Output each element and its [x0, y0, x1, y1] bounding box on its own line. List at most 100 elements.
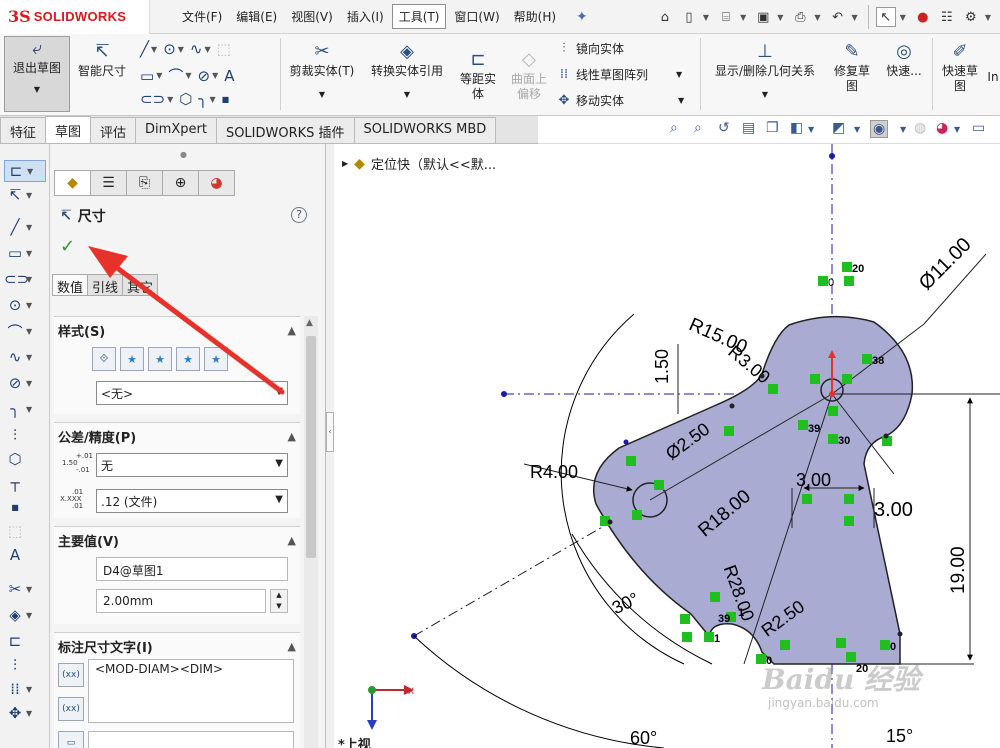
- chevron-down-icon[interactable]: ▼: [900, 125, 906, 134]
- save-icon[interactable]: ▣: [753, 7, 773, 27]
- relation-marker[interactable]: [724, 426, 734, 436]
- ok-checkmark-button[interactable]: ✓: [60, 236, 75, 257]
- add-parentheses-button[interactable]: (xx): [58, 663, 84, 687]
- precision-select[interactable]: .12 (文件) ▼: [96, 489, 288, 513]
- tab-mbd[interactable]: SOLIDWORKS MBD: [353, 117, 497, 143]
- add-style-icon[interactable]: ★: [120, 347, 144, 371]
- dim-19[interactable]: 19.00: [948, 546, 969, 594]
- zoom-to-fit-icon[interactable]: ⌕: [670, 120, 678, 136]
- tab-evaluate[interactable]: 评估: [90, 117, 137, 143]
- dimxpert-manager-tab[interactable]: ⊕: [162, 170, 199, 196]
- relation-marker[interactable]: [632, 510, 642, 520]
- select-cursor-icon[interactable]: ↖: [875, 7, 896, 27]
- property-manager-tab[interactable]: ☰: [90, 170, 127, 196]
- plane-icon[interactable]: ⬚: [217, 40, 231, 58]
- relation-marker[interactable]: [880, 640, 890, 650]
- file-properties-icon[interactable]: ☷: [937, 7, 957, 27]
- dim-1-50[interactable]: 1.50: [652, 349, 672, 384]
- sketch-point[interactable]: [729, 403, 735, 409]
- spline-icon[interactable]: ∿: [190, 40, 203, 58]
- panel-splitter[interactable]: ‹: [326, 144, 334, 748]
- smart-dimension-tool[interactable]: ↸ ▼: [4, 184, 46, 206]
- relation-marker[interactable]: [798, 420, 808, 430]
- configuration-manager-tab[interactable]: ⎘: [126, 170, 163, 196]
- trim-entities-button[interactable]: ✂ 剪裁实体(T) ▼: [284, 40, 360, 102]
- relation-marker[interactable]: [704, 632, 714, 642]
- tab-value[interactable]: 数值: [52, 274, 89, 296]
- dim-15-deg[interactable]: 15°: [886, 726, 913, 746]
- zoom-area-icon[interactable]: ⌕: [694, 120, 702, 136]
- new-document-icon[interactable]: ▯: [679, 7, 699, 27]
- display-delete-relations-button[interactable]: ⊥ 显示/删除几何关系 ▼: [704, 40, 826, 102]
- relation-marker[interactable]: [844, 276, 854, 286]
- section-view-icon[interactable]: ▤: [742, 120, 755, 136]
- graphics-area[interactable]: Ø11.00 R15.00 1.50 R3.00 Ø2.50 R4.00 R18…: [334, 144, 1000, 748]
- feature-manager-tab[interactable]: ◆: [54, 170, 91, 196]
- expand-arrow-icon[interactable]: ▶: [342, 159, 348, 168]
- chevron-down-icon[interactable]: ▼: [852, 13, 858, 22]
- dimension-name-field[interactable]: D4@草图1: [96, 557, 288, 581]
- chevron-down-icon[interactable]: ▼: [703, 13, 709, 22]
- inspection-dimension-button[interactable]: ▭: [58, 731, 84, 748]
- point-icon[interactable]: ■: [222, 95, 230, 104]
- offset-entities-button[interactable]: ⊏ 等距实 体: [454, 48, 502, 102]
- style-group-header[interactable]: 样式(S) ▲: [54, 317, 300, 343]
- chevron-down-icon[interactable]: ▼: [814, 13, 820, 22]
- dimension-text-field[interactable]: <MOD-DIAM><DIM>: [88, 659, 294, 723]
- dim-3-right[interactable]: 3.00: [874, 499, 913, 521]
- chevron-down-icon[interactable]: ▼: [205, 45, 211, 54]
- relation-marker[interactable]: [842, 262, 852, 272]
- print-icon[interactable]: ⎙: [790, 7, 810, 27]
- chevron-down-icon[interactable]: ▼: [178, 45, 184, 54]
- line-tool[interactable]: ╱ ▼: [4, 216, 46, 238]
- ellipse-icon[interactable]: ⊘: [198, 67, 211, 85]
- display-manager-tab[interactable]: ◕: [198, 170, 235, 196]
- text-tool[interactable]: A: [4, 544, 46, 566]
- mirror-tool[interactable]: ⫶: [4, 424, 46, 446]
- move-entities-tool[interactable]: ✥ ▼: [4, 702, 46, 724]
- tab-features[interactable]: 特征: [0, 117, 47, 143]
- chevron-down-icon[interactable]: ▼: [777, 13, 783, 22]
- point-tool[interactable]: ■: [4, 496, 46, 518]
- relation-marker[interactable]: [710, 592, 720, 602]
- chevron-down-icon[interactable]: ▼: [985, 13, 991, 22]
- relation-marker[interactable]: [828, 434, 838, 444]
- relation-marker[interactable]: [802, 494, 812, 504]
- relation-marker[interactable]: [682, 632, 692, 642]
- rapid-sketch-button[interactable]: ✐ 快速草 图: [936, 40, 984, 94]
- convert-entities-button[interactable]: ◈ 转换实体引用 ▼: [362, 40, 452, 102]
- relation-marker[interactable]: [844, 494, 854, 504]
- chevron-down-icon[interactable]: ▼: [740, 13, 746, 22]
- value-spinner[interactable]: ▲ ▼: [270, 589, 288, 613]
- dimension-value-field[interactable]: 2.00mm: [96, 589, 266, 613]
- tab-other[interactable]: 其它: [122, 274, 159, 296]
- relation-marker[interactable]: [818, 276, 828, 286]
- panel-grip-icon[interactable]: ●: [180, 150, 187, 159]
- feature-tree-root[interactable]: ▶ ◆ 定位快（默认<<默...: [342, 154, 496, 174]
- circle-tool[interactable]: ⊙ ▼: [4, 294, 46, 316]
- linear-pattern-button[interactable]: ⁞⁞ 线性草图阵列 ▼: [556, 66, 682, 83]
- plane-tool[interactable]: ⬚: [4, 520, 46, 542]
- menu-edit[interactable]: 编辑(E): [230, 5, 283, 28]
- polygon-icon[interactable]: ⬡: [179, 90, 192, 108]
- relation-marker[interactable]: [842, 374, 852, 384]
- mirror-entities-tool[interactable]: ⫶: [4, 654, 46, 676]
- options-gear-icon[interactable]: ⚙: [961, 7, 981, 27]
- relation-marker[interactable]: [626, 456, 636, 466]
- tab-dimxpert[interactable]: DimXpert: [135, 117, 217, 143]
- relation-marker[interactable]: [836, 638, 846, 648]
- exit-sketch-button[interactable]: ⤶ 退出草图 ▼: [4, 36, 70, 112]
- primary-value-header[interactable]: 主要值(V) ▲: [54, 527, 300, 553]
- dim-3-horizontal[interactable]: 3.00: [796, 470, 831, 490]
- mirror-entities-button[interactable]: ⫶ 镜向实体: [556, 40, 624, 57]
- view-settings-icon[interactable]: ▭: [972, 120, 985, 136]
- apply-scene-icon[interactable]: ◕: [936, 120, 948, 136]
- relation-marker[interactable]: [780, 640, 790, 650]
- rebuild-traffic-light-icon[interactable]: ●: [913, 7, 933, 27]
- previous-view-icon[interactable]: ↺: [718, 120, 730, 136]
- chevron-down-icon[interactable]: ▼: [854, 125, 860, 134]
- help-button[interactable]: ?: [291, 207, 307, 223]
- fillet-tool[interactable]: ╮ ▼: [4, 398, 46, 420]
- chevron-down-icon[interactable]: ▼: [954, 125, 960, 134]
- smart-dimension-button[interactable]: ↸ 智能尺寸: [72, 40, 132, 79]
